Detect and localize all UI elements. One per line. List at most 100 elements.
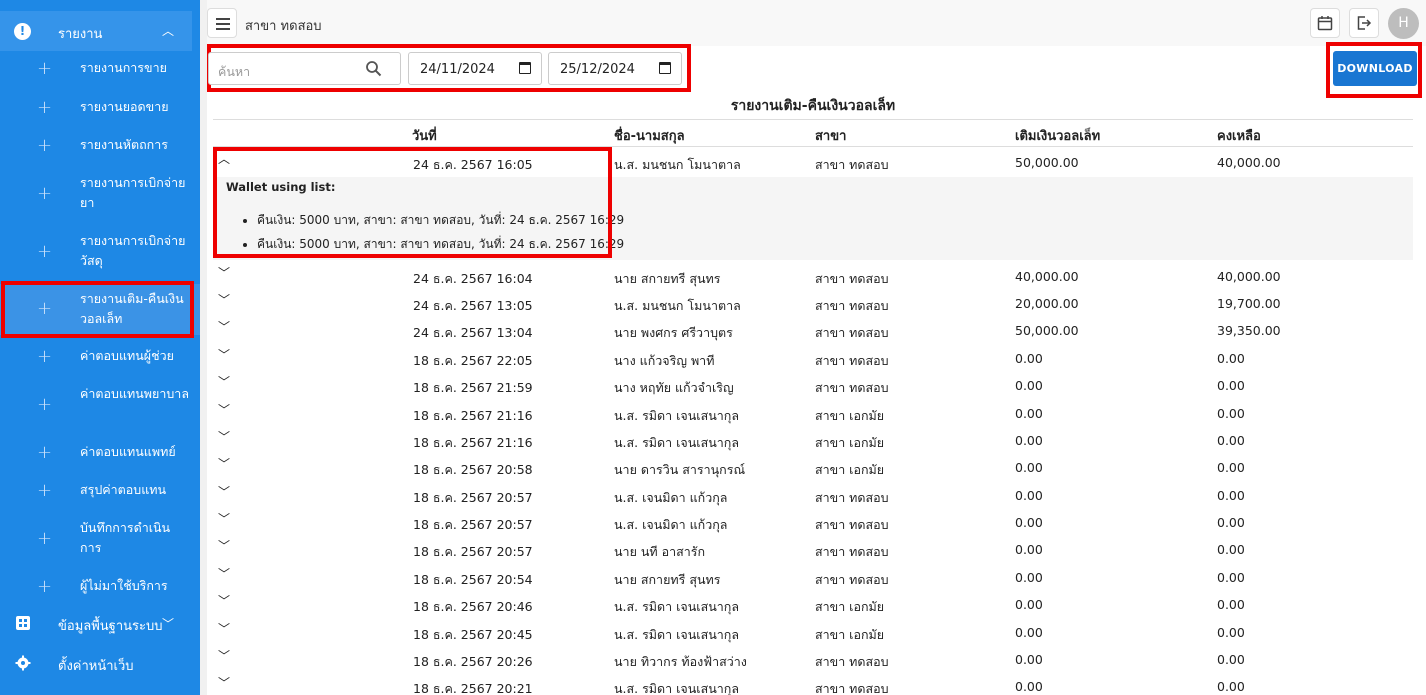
chevron-down-icon[interactable]: ﹀ xyxy=(218,264,230,281)
sidebar-item-label: รายงานการขาย xyxy=(80,60,167,75)
sidebar-item-label: รายงานการเบิกจ่ายวัสดุ xyxy=(80,233,186,268)
chevron-down-icon[interactable]: ﹀ xyxy=(218,401,230,418)
cell-branch: สาขา ทดสอบ xyxy=(815,353,889,368)
cell-balance: 0.00 xyxy=(1217,488,1245,503)
chevron-down-icon[interactable]: ﹀ xyxy=(218,346,230,363)
sidebar-item-label: ผู้ไม่มาใช้บริการ xyxy=(80,578,168,593)
table-row[interactable]: ﹀ 18 ธ.ค. 2567 20:26 นาย ทิวากร ท้องฟ้าสว่… xyxy=(213,645,1413,672)
table-row[interactable]: ﹀ 18 ธ.ค. 2567 20:54 นาย สกายทรี สุนทร สาขา… xyxy=(213,563,1413,590)
table-row[interactable]: ﹀ 18 ธ.ค. 2567 21:16 น.ส. รมิดา เจนเสนากุล… xyxy=(213,426,1413,453)
calendar-icon[interactable] xyxy=(519,62,531,74)
cell-balance: 19,700.00 xyxy=(1217,296,1281,311)
chevron-down-icon[interactable]: ﹀ xyxy=(218,565,230,582)
sidebar-item-sales-report[interactable]: + รายงานการขาย xyxy=(0,58,200,80)
chevron-down-icon[interactable]: ﹀ xyxy=(218,483,230,500)
cell-name: นาย นที อาสารัก xyxy=(614,544,706,559)
sidebar-item-master-data[interactable]: ข้อมูลพื้นฐานระบบ ﹀ xyxy=(0,605,200,643)
table-row[interactable]: ﹀ 24 ธ.ค. 2567 16:04 นาย สกายทรี สุนทร สาขา… xyxy=(213,262,1413,289)
plus-icon: + xyxy=(37,346,53,367)
table-row[interactable]: ﹀ 18 ธ.ค. 2567 21:59 นาง หฤทัย แก้วจำเริญ ส… xyxy=(213,371,1413,398)
column-header-branch: สาขา xyxy=(815,129,847,144)
chevron-down-icon[interactable]: ﹀ xyxy=(218,620,230,637)
chevron-down-icon: ﹀ xyxy=(162,617,175,631)
sidebar-item-supply-report[interactable]: + รายงานการเบิกจ่ายวัสดุ xyxy=(0,231,200,273)
table-row[interactable]: ﹀ 24 ธ.ค. 2567 13:04 นาย พงศกร ศรีวาบุตร สา… xyxy=(213,316,1413,343)
sidebar-item-label: รายงานการเบิกจ่ายยา xyxy=(80,175,186,210)
sidebar-item-drug-report[interactable]: + รายงานการเบิกจ่ายยา xyxy=(0,173,200,215)
cell-name: น.ส. เจนมิดา แก้วกุล xyxy=(614,490,728,505)
cell-name: นาง หฤทัย แก้วจำเริญ xyxy=(614,380,734,395)
cell-topup: 50,000.00 xyxy=(1015,155,1079,170)
cell-topup: 0.00 xyxy=(1015,351,1043,366)
chevron-down-icon[interactable]: ﹀ xyxy=(218,592,230,609)
chevron-down-icon[interactable]: ﹀ xyxy=(218,647,230,664)
sidebar-item-doctor-fee[interactable]: + ค่าตอบแทนแพทย์ xyxy=(0,442,200,464)
avatar[interactable]: H xyxy=(1388,8,1419,39)
sidebar-item-web-settings[interactable]: ตั้งค่าหน้าเว็บ xyxy=(0,645,200,683)
chevron-down-icon[interactable]: ﹀ xyxy=(218,373,230,390)
sidebar-item-activity-log[interactable]: + บันทึกการดำเนินการ xyxy=(0,518,200,560)
cell-branch: สาขา ทดสอบ xyxy=(815,544,889,559)
chevron-down-icon[interactable]: ﹀ xyxy=(218,455,230,472)
cell-date: 18 ธ.ค. 2567 20:54 xyxy=(413,572,533,587)
cell-branch: สาขา ทดสอบ xyxy=(815,654,889,669)
sidebar-item-label: ตั้งค่าหน้าเว็บ xyxy=(58,659,134,674)
cell-balance: 0.00 xyxy=(1217,460,1245,475)
sidebar-group-label: รายงาน xyxy=(58,27,103,42)
plus-icon: + xyxy=(37,576,53,597)
logout-button[interactable] xyxy=(1349,8,1379,38)
search-icon[interactable] xyxy=(365,60,382,77)
chevron-down-icon[interactable]: ﹀ xyxy=(218,510,230,527)
cell-date: 18 ธ.ค. 2567 21:16 xyxy=(413,435,533,450)
table-row[interactable]: ﹀ 18 ธ.ค. 2567 20:46 น.ส. รมิดา เจนเสนากุล… xyxy=(213,590,1413,617)
chevron-down-icon[interactable]: ﹀ xyxy=(218,291,230,308)
chevron-down-icon[interactable]: ﹀ xyxy=(218,318,230,335)
plus-icon: + xyxy=(37,241,53,262)
cell-topup: 0.00 xyxy=(1015,597,1043,612)
sidebar-item-fee-summary[interactable]: + สรุปค่าตอบแทน xyxy=(0,480,200,502)
table-row[interactable]: ﹀ 18 ธ.ค. 2567 20:57 น.ส. เจนมิดา แก้วกุล ส… xyxy=(213,508,1413,535)
table-row[interactable]: ﹀ 18 ธ.ค. 2567 20:45 น.ส. รมิดา เจนเสนากุล… xyxy=(213,618,1413,645)
cell-balance: 0.00 xyxy=(1217,570,1245,585)
sidebar-item-no-show[interactable]: + ผู้ไม่มาใช้บริการ xyxy=(0,576,200,598)
cell-branch: สาขา ทดสอบ xyxy=(815,490,889,505)
cell-date: 18 ธ.ค. 2567 20:46 xyxy=(413,599,533,614)
calendar-button[interactable] xyxy=(1310,8,1340,38)
cell-date: 18 ธ.ค. 2567 20:21 xyxy=(413,681,533,695)
cell-topup: 0.00 xyxy=(1015,433,1043,448)
sidebar-item-label: สรุปค่าตอบแทน xyxy=(80,482,167,497)
menu-icon xyxy=(216,18,230,20)
table-row[interactable]: ﹀ 18 ธ.ค. 2567 20:57 น.ส. เจนมิดา แก้วกุล ส… xyxy=(213,481,1413,508)
sidebar-item-sales-total-report[interactable]: + รายงานยอดขาย xyxy=(0,97,200,119)
table-row[interactable]: ﹀ 18 ธ.ค. 2567 20:58 นาย ดารวิน สารานุกรณ์… xyxy=(213,453,1413,480)
calendar-icon[interactable] xyxy=(659,62,671,74)
chevron-down-icon[interactable]: ﹀ xyxy=(218,674,230,691)
cell-date: 18 ธ.ค. 2567 21:16 xyxy=(413,408,533,423)
cell-balance: 39,350.00 xyxy=(1217,323,1281,338)
date-from-value: 24/11/2024 xyxy=(420,62,495,77)
table-row[interactable]: ﹀ 18 ธ.ค. 2567 20:21 น.ส. รมิดา เจนเสนากุล… xyxy=(213,672,1413,695)
table-row[interactable]: ﹀ 18 ธ.ค. 2567 20:57 นาย นที อาสารัก สาขา ท… xyxy=(213,535,1413,562)
sidebar-item-nurse-fee[interactable]: + ค่าตอบแทนพยาบาล xyxy=(0,384,200,426)
date-from-field[interactable]: 24/11/2024 xyxy=(408,52,542,85)
plus-icon: + xyxy=(37,58,53,79)
sidebar-item-procedure-report[interactable]: + รายงานหัตถการ xyxy=(0,135,200,157)
chevron-down-icon[interactable]: ﹀ xyxy=(218,537,230,554)
cell-balance: 0.00 xyxy=(1217,515,1245,530)
download-button[interactable]: DOWNLOAD xyxy=(1333,51,1417,86)
sidebar-item-assistant-fee[interactable]: + ค่าตอบแทนผู้ช่วย xyxy=(0,346,200,368)
cell-name: นาย ดารวิน สารานุกรณ์ xyxy=(614,462,746,477)
sidebar-group-reports[interactable]: ! รายงาน ︿ xyxy=(0,11,192,51)
table-row[interactable]: ﹀ 18 ธ.ค. 2567 21:16 น.ส. รมิดา เจนเสนากุล… xyxy=(213,399,1413,426)
search-input[interactable]: ค้นหา xyxy=(208,52,401,85)
menu-button[interactable] xyxy=(207,8,237,38)
cell-branch: สาขา ทดสอบ xyxy=(815,325,889,340)
chevron-down-icon[interactable]: ﹀ xyxy=(218,428,230,445)
sidebar-item-label: ค่าตอบแทนแพทย์ xyxy=(80,444,176,459)
table-row[interactable]: ﹀ 24 ธ.ค. 2567 13:05 น.ส. มนชนก โมนาตาล สาข… xyxy=(213,289,1413,316)
sidebar-item-label: ค่าตอบแทนพยาบาล xyxy=(80,386,189,401)
date-to-field[interactable]: 25/12/2024 xyxy=(548,52,682,85)
logout-icon xyxy=(1357,16,1372,30)
table-row[interactable]: ﹀ 18 ธ.ค. 2567 22:05 นาง แก้วจริญ พาที สาขา… xyxy=(213,344,1413,371)
plus-icon: + xyxy=(37,528,53,549)
